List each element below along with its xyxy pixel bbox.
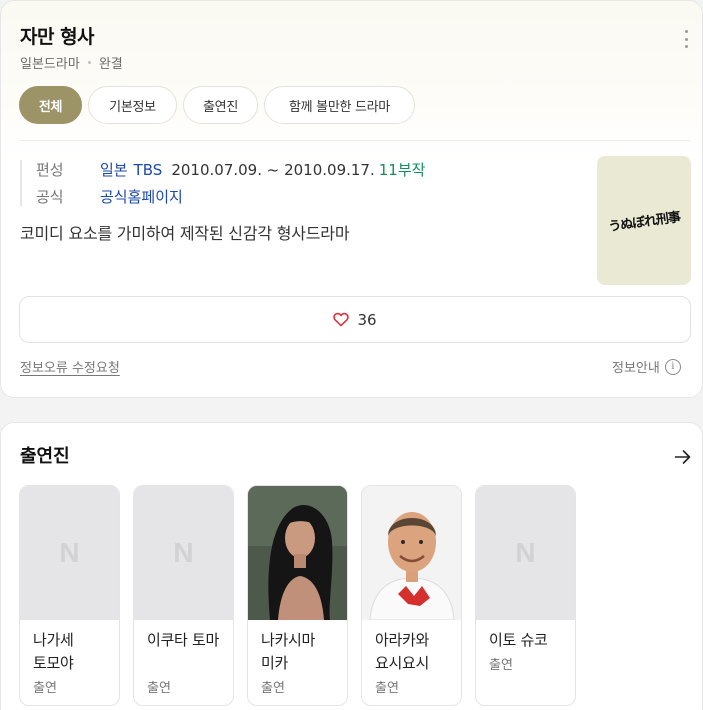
tab-cast[interactable]: 출연진 xyxy=(183,86,258,124)
broadcast-label: 편성 xyxy=(36,161,64,179)
info-guide-button[interactable]: 정보안내 i xyxy=(612,357,681,376)
status-text: 완결 xyxy=(98,57,123,72)
cast-photo-placeholder: N xyxy=(20,486,119,620)
poster-logo-text: うぬぼれ刑事 xyxy=(607,210,681,235)
cast-photo-placeholder: N xyxy=(134,486,233,620)
placeholder-logo-icon: N xyxy=(515,537,536,568)
official-homepage-link[interactable]: 공식홈페이지 xyxy=(100,186,183,207)
info-guide-label: 정보안내 xyxy=(612,361,660,376)
cast-role: 출연 xyxy=(375,681,399,696)
cast-member-card[interactable]: 아라카와 요시요시 출연 xyxy=(361,485,462,706)
cast-photo xyxy=(362,486,461,620)
broadcast-row: 편성 일본 TBS 2010.07.09. ~ 2010.09.17. 11부작 xyxy=(36,159,425,180)
cast-name: 이토 슈코 xyxy=(489,631,548,649)
tab-basic-info[interactable]: 기본정보 xyxy=(88,86,177,124)
broadcast-channel-link[interactable]: TBS xyxy=(134,161,163,179)
poster-image[interactable]: うぬぼれ刑事 xyxy=(597,156,691,285)
cast-member-card[interactable]: N 이쿠타 토마 출연 xyxy=(133,485,234,706)
cast-photo-placeholder: N xyxy=(476,486,575,620)
cast-role: 출연 xyxy=(489,658,513,673)
cast-role: 출연 xyxy=(147,681,171,696)
cast-role: 출연 xyxy=(261,681,285,696)
tab-recommended[interactable]: 함께 볼만한 드라마 xyxy=(264,86,415,124)
tab-all[interactable]: 전체 xyxy=(19,86,82,124)
arrow-right-icon[interactable] xyxy=(674,449,692,465)
page-title: 자만 형사 xyxy=(20,26,95,48)
separator-dot xyxy=(87,61,91,64)
official-label: 공식 xyxy=(36,188,64,206)
like-button[interactable]: 36 xyxy=(19,296,691,343)
placeholder-logo-icon: N xyxy=(59,537,80,568)
description: 코미디 요소를 가미하여 제작된 신감각 형사드라마 xyxy=(20,224,350,243)
header-background xyxy=(1,1,702,161)
cast-name: 나가세 토모야 xyxy=(33,631,74,672)
more-options-icon[interactable] xyxy=(683,30,689,48)
divider xyxy=(19,140,691,141)
heart-icon xyxy=(333,312,350,327)
cast-name: 이쿠타 토마 xyxy=(147,631,219,649)
subtitle: 일본드라마 완결 xyxy=(20,53,123,72)
cast-name: 아라카와 요시요시 xyxy=(375,631,430,672)
cast-name: 나카시마 미카 xyxy=(261,631,316,672)
broadcast-period: 2010.07.09. ~ 2010.09.17. xyxy=(171,161,375,179)
broadcast-country-link[interactable]: 일본 xyxy=(100,159,128,180)
cast-member-card[interactable]: N 이토 슈코 출연 xyxy=(475,485,576,706)
official-row: 공식 공식홈페이지 xyxy=(36,186,183,207)
broadcast-episodes: 11부작 xyxy=(378,161,426,179)
portrait-man-image xyxy=(362,486,461,620)
cast-member-card[interactable]: 나카시마 미카 출연 xyxy=(247,485,348,706)
placeholder-logo-icon: N xyxy=(173,537,194,568)
info-bar xyxy=(20,160,22,206)
report-error-link[interactable]: 정보오류 수정요청 xyxy=(20,357,120,376)
cast-section-title: 출연진 xyxy=(20,446,70,467)
cast-role: 출연 xyxy=(33,681,57,696)
genre-text: 일본드라마 xyxy=(20,57,80,72)
cast-member-card[interactable]: N 나가세 토모야 출연 xyxy=(19,485,120,706)
cast-photo xyxy=(248,486,347,620)
info-icon: i xyxy=(664,358,681,375)
tab-bar: 전체 기본정보 출연진 함께 볼만한 드라마 xyxy=(19,86,421,124)
like-count: 36 xyxy=(357,310,377,329)
portrait-woman-image xyxy=(248,486,347,620)
